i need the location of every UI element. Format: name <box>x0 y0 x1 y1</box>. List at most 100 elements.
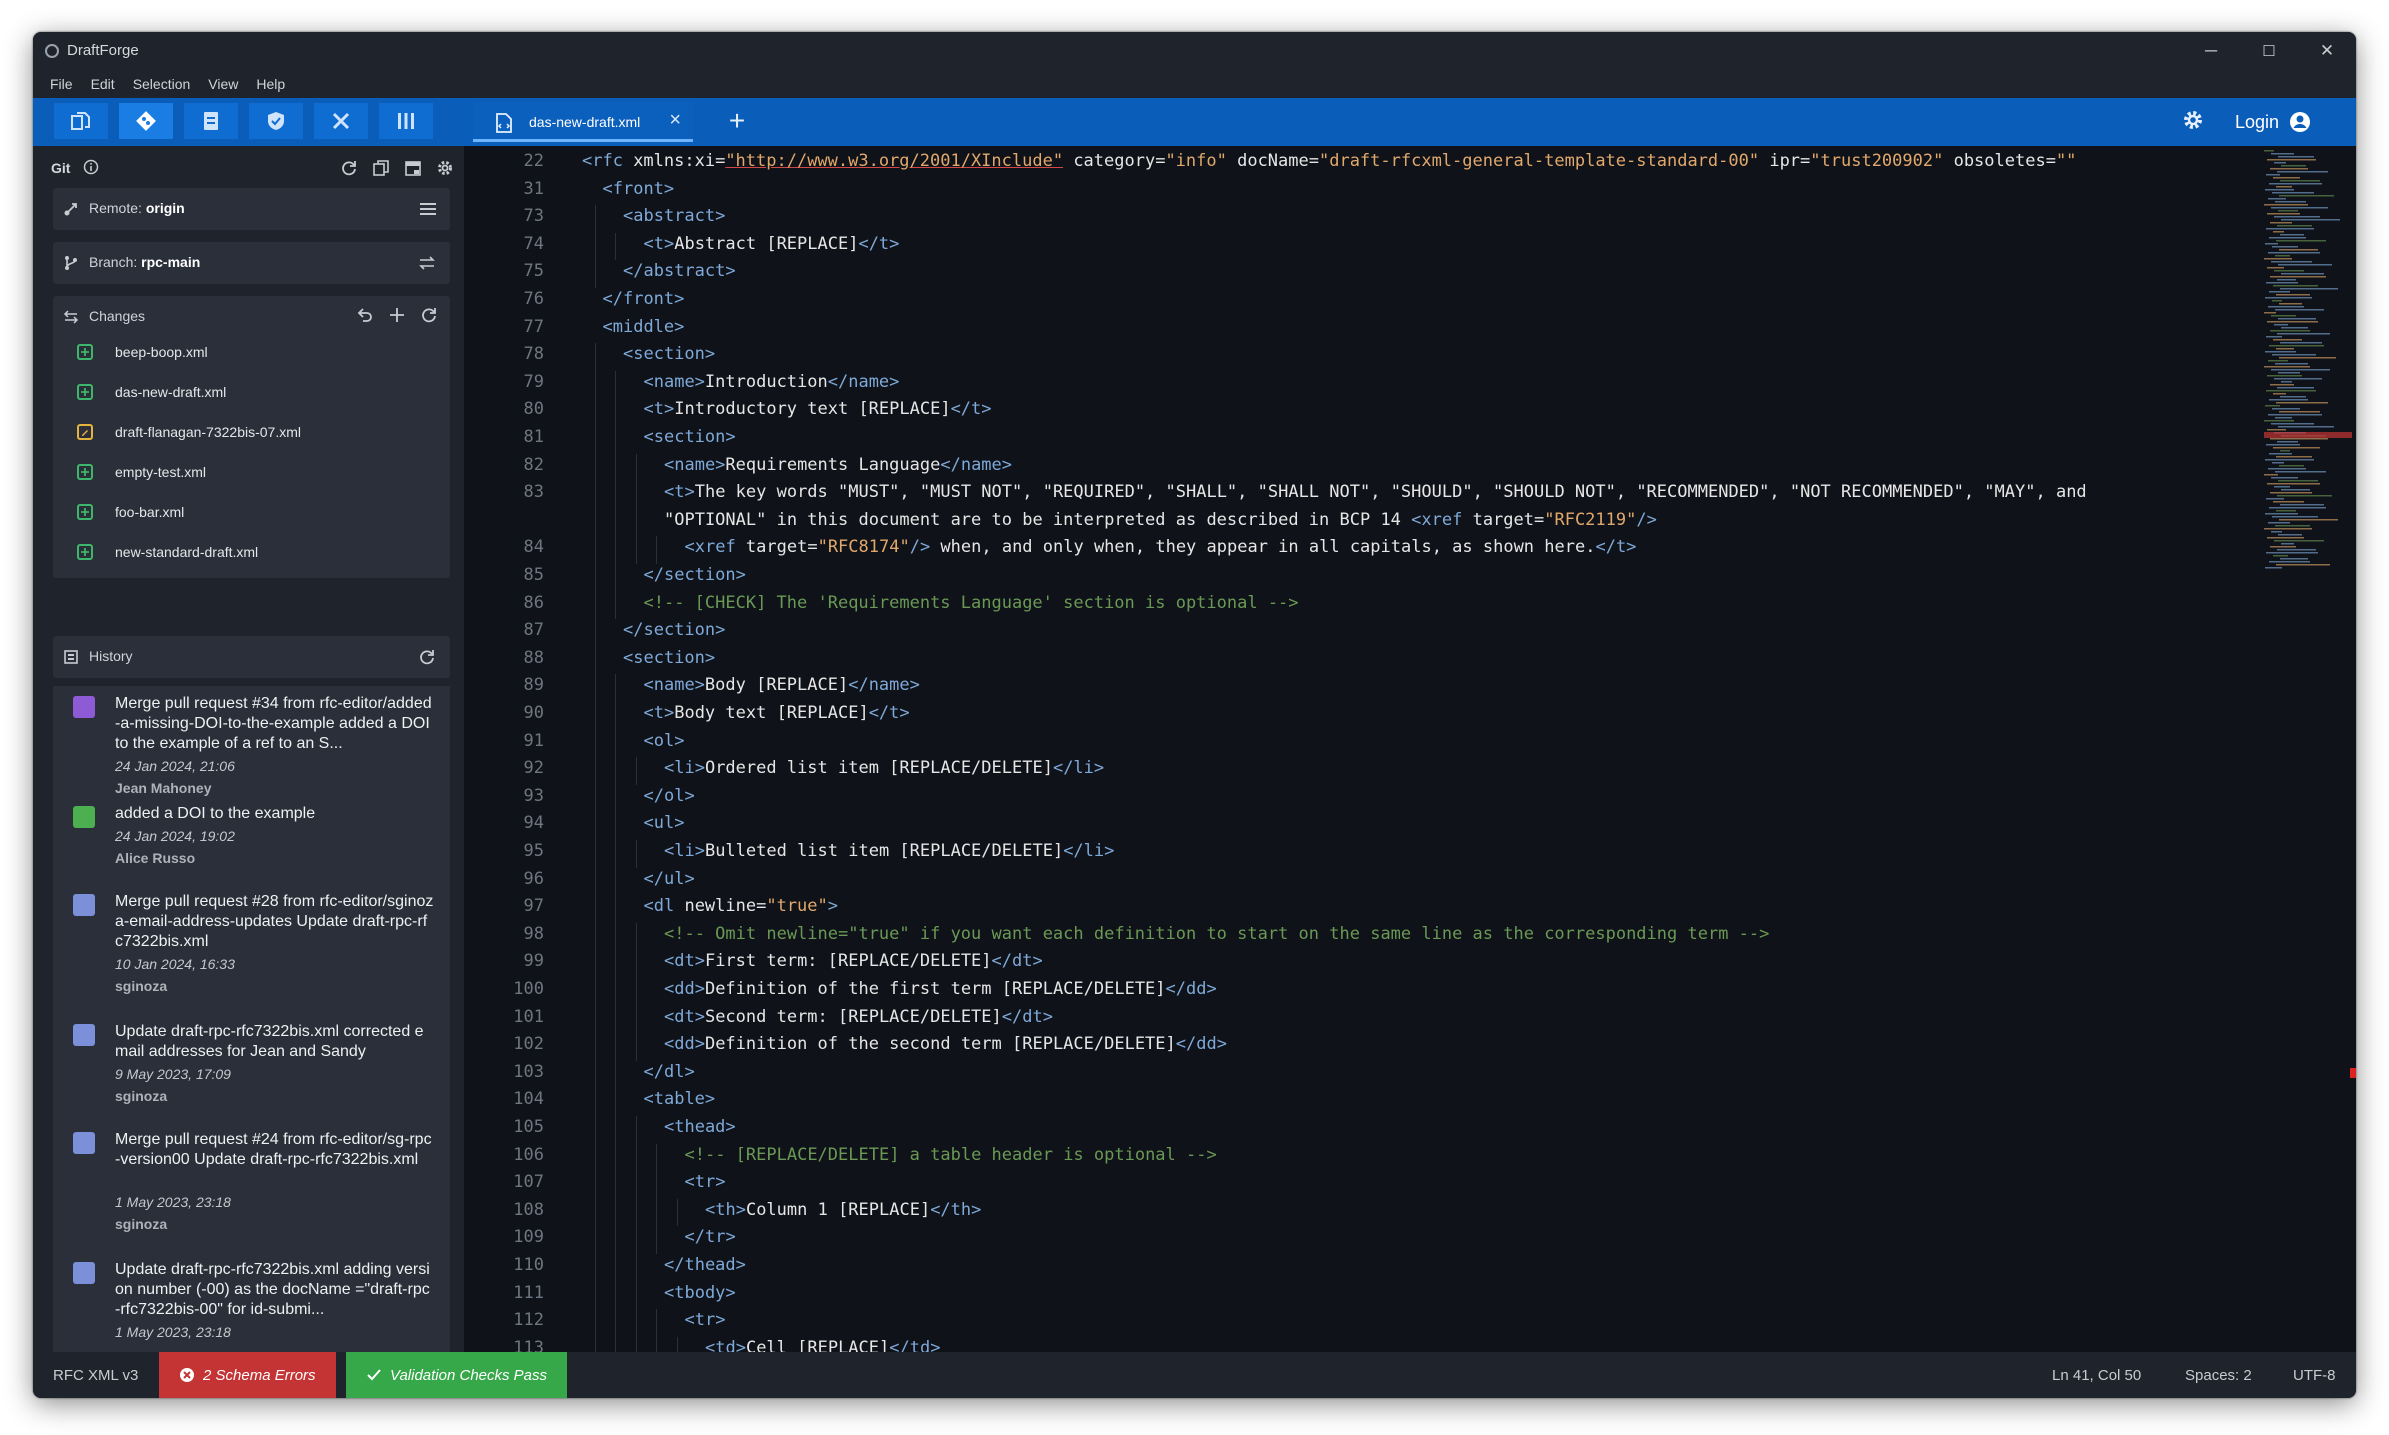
code-line[interactable]: <front> <box>603 178 675 200</box>
gear-icon[interactable] <box>2181 108 2205 137</box>
history-commit[interactable]: Update draft-rpc-rfc7322bis.xml adding v… <box>53 1252 450 1352</box>
refresh-icon[interactable] <box>418 648 436 666</box>
code-line[interactable]: </dl> <box>644 1061 695 1083</box>
code-line[interactable]: </tr> <box>685 1226 736 1248</box>
close-window-button[interactable]: ✕ <box>2298 32 2356 70</box>
git-button[interactable] <box>119 103 173 139</box>
code-line[interactable]: <name>Requirements Language</name> <box>664 454 1012 476</box>
minimap-line <box>2275 255 2290 257</box>
code-line[interactable]: <thead> <box>664 1116 736 1138</box>
xml-file-icon <box>495 113 513 138</box>
code-line[interactable]: "OPTIONAL" in this document are to be in… <box>664 509 1657 531</box>
history-commit[interactable]: added a DOI to the example 24 Jan 2024, 1… <box>53 796 450 885</box>
code-line[interactable]: <li>Bulleted list item [REPLACE/DELETE]<… <box>664 840 1114 862</box>
maximize-button[interactable]: ☐ <box>2240 32 2298 70</box>
history-icon <box>64 650 78 664</box>
new-tab-button[interactable]: + <box>721 103 753 139</box>
menu-view[interactable]: View <box>199 76 247 92</box>
remote-panel[interactable]: Remote: origin <box>53 188 450 230</box>
sync-icon[interactable] <box>340 159 358 177</box>
login-button[interactable]: Login <box>2235 106 2311 138</box>
history-commit[interactable]: Merge pull request #24 from rfc-editor/s… <box>53 1122 450 1253</box>
history-commit[interactable]: Update draft-rpc-rfc7322bis.xml correcte… <box>53 1014 450 1123</box>
branch-panel[interactable]: Branch: rpc-main <box>53 242 450 284</box>
gear-icon[interactable] <box>436 159 454 177</box>
code-line[interactable]: <dl newline="true"> <box>644 895 839 917</box>
encoding[interactable]: UTF-8 <box>2293 1352 2336 1398</box>
tools-button[interactable] <box>314 103 368 139</box>
menu-edit[interactable]: Edit <box>82 76 124 92</box>
code-line[interactable]: <name>Body [REPLACE]</name> <box>644 674 920 696</box>
code-line[interactable]: <li>Ordered list item [REPLACE/DELETE]</… <box>664 757 1104 779</box>
code-line[interactable]: <dt>Second term: [REPLACE/DELETE]</dt> <box>664 1006 1053 1028</box>
minimap[interactable] <box>2260 146 2356 576</box>
change-item[interactable]: new-standard-draft.xml <box>53 532 450 572</box>
code-line[interactable]: </section> <box>623 619 725 641</box>
code-line[interactable]: </ol> <box>644 785 695 807</box>
code-line[interactable]: <ol> <box>644 730 685 752</box>
checks-button[interactable] <box>249 103 303 139</box>
menu-icon[interactable] <box>420 202 436 216</box>
code-line[interactable]: <!-- [REPLACE/DELETE] a table header is … <box>685 1144 1217 1166</box>
library-button[interactable] <box>379 103 433 139</box>
code-editor[interactable]: 22 31 73 74 75 76 77 78 79 80 81 82 83 84 85 86 87 88 89 90… <box>464 146 2356 1352</box>
menu-file[interactable]: File <box>41 76 82 92</box>
undo-icon[interactable] <box>356 306 374 324</box>
explorer-button[interactable] <box>54 103 108 139</box>
code-line[interactable]: <t>The key words "MUST", "MUST NOT", "RE… <box>664 481 2087 503</box>
code-line[interactable]: <table> <box>644 1088 716 1110</box>
code-line[interactable]: <xref target="RFC8174"/> when, and only … <box>685 536 1637 558</box>
schema-errors-badge[interactable]: 2 Schema Errors <box>159 1352 336 1398</box>
code-line[interactable]: <dd>Definition of the second term [REPLA… <box>664 1033 1227 1055</box>
archive-icon[interactable] <box>404 159 422 177</box>
document-info-button[interactable] <box>184 103 238 139</box>
code-line[interactable]: <t>Body text [REPLACE]</t> <box>644 702 910 724</box>
code-line[interactable]: <td>Cell [REPLACE]</td> <box>705 1337 940 1352</box>
code-line[interactable]: <dd>Definition of the first term [REPLAC… <box>664 978 1217 1000</box>
tab-das-new-draft[interactable]: das-new-draft.xml × <box>473 102 693 142</box>
change-item[interactable]: draft-flanagan-7322bis-07.xml <box>53 412 450 452</box>
tab-close-button[interactable]: × <box>669 109 681 132</box>
indent-setting[interactable]: Spaces: 2 <box>2185 1352 2252 1398</box>
change-item[interactable]: empty-test.xml <box>53 452 450 492</box>
minimap-line <box>2279 195 2334 197</box>
history-commit[interactable]: Merge pull request #34 from rfc-editor/a… <box>53 686 450 797</box>
code-line[interactable]: <tr> <box>685 1171 726 1193</box>
code-line[interactable]: </ul> <box>644 868 695 890</box>
code-line[interactable]: <middle> <box>603 316 685 338</box>
code-line[interactable]: <tr> <box>685 1309 726 1331</box>
code-line[interactable]: <section> <box>623 647 715 669</box>
menu-help[interactable]: Help <box>247 76 294 92</box>
code-line[interactable]: <section> <box>644 426 736 448</box>
code-line[interactable]: </abstract> <box>623 260 736 282</box>
info-icon[interactable] <box>83 159 99 180</box>
code-line[interactable]: <section> <box>623 343 715 365</box>
code-line[interactable]: <t>Introductory text [REPLACE]</t> <box>644 398 992 420</box>
plus-icon[interactable] <box>388 306 406 324</box>
code-line[interactable]: <!-- Omit newline="true" if you want eac… <box>664 923 1769 945</box>
code-line[interactable]: <abstract> <box>623 205 725 227</box>
switch-branch-icon[interactable] <box>418 255 436 271</box>
change-item[interactable]: das-new-draft.xml <box>53 372 450 412</box>
code-line[interactable]: <dt>First term: [REPLACE/DELETE]</dt> <box>664 950 1043 972</box>
code-line[interactable]: <th>Column 1 [REPLACE]</th> <box>705 1199 981 1221</box>
code-line[interactable]: </thead> <box>664 1254 746 1276</box>
code-line[interactable]: </front> <box>603 288 685 310</box>
code-line[interactable]: </section> <box>644 564 746 586</box>
menu-selection[interactable]: Selection <box>124 76 200 92</box>
code-line[interactable]: <rfc xmlns:xi="http://www.w3.org/2001/XI… <box>582 150 2076 172</box>
change-item[interactable]: foo-bar.xml <box>53 492 450 532</box>
refresh-icon[interactable] <box>420 306 438 324</box>
change-item[interactable]: beep-boop.xml <box>53 332 450 372</box>
language-mode[interactable]: RFC XML v3 <box>53 1352 138 1398</box>
code-line[interactable]: <tbody> <box>664 1282 736 1304</box>
validation-badge[interactable]: Validation Checks Pass <box>346 1352 568 1398</box>
code-line[interactable]: <!-- [CHECK] The 'Requirements Language'… <box>644 592 1299 614</box>
code-line[interactable]: <ul> <box>644 812 685 834</box>
clone-icon[interactable] <box>372 159 390 177</box>
minimize-button[interactable]: ─ <box>2182 32 2240 70</box>
code-line[interactable]: <t>Abstract [REPLACE]</t> <box>644 233 900 255</box>
history-commit[interactable]: Merge pull request #28 from rfc-editor/s… <box>53 884 450 1015</box>
cursor-position[interactable]: Ln 41, Col 50 <box>2052 1352 2141 1398</box>
code-line[interactable]: <name>Introduction</name> <box>644 371 900 393</box>
